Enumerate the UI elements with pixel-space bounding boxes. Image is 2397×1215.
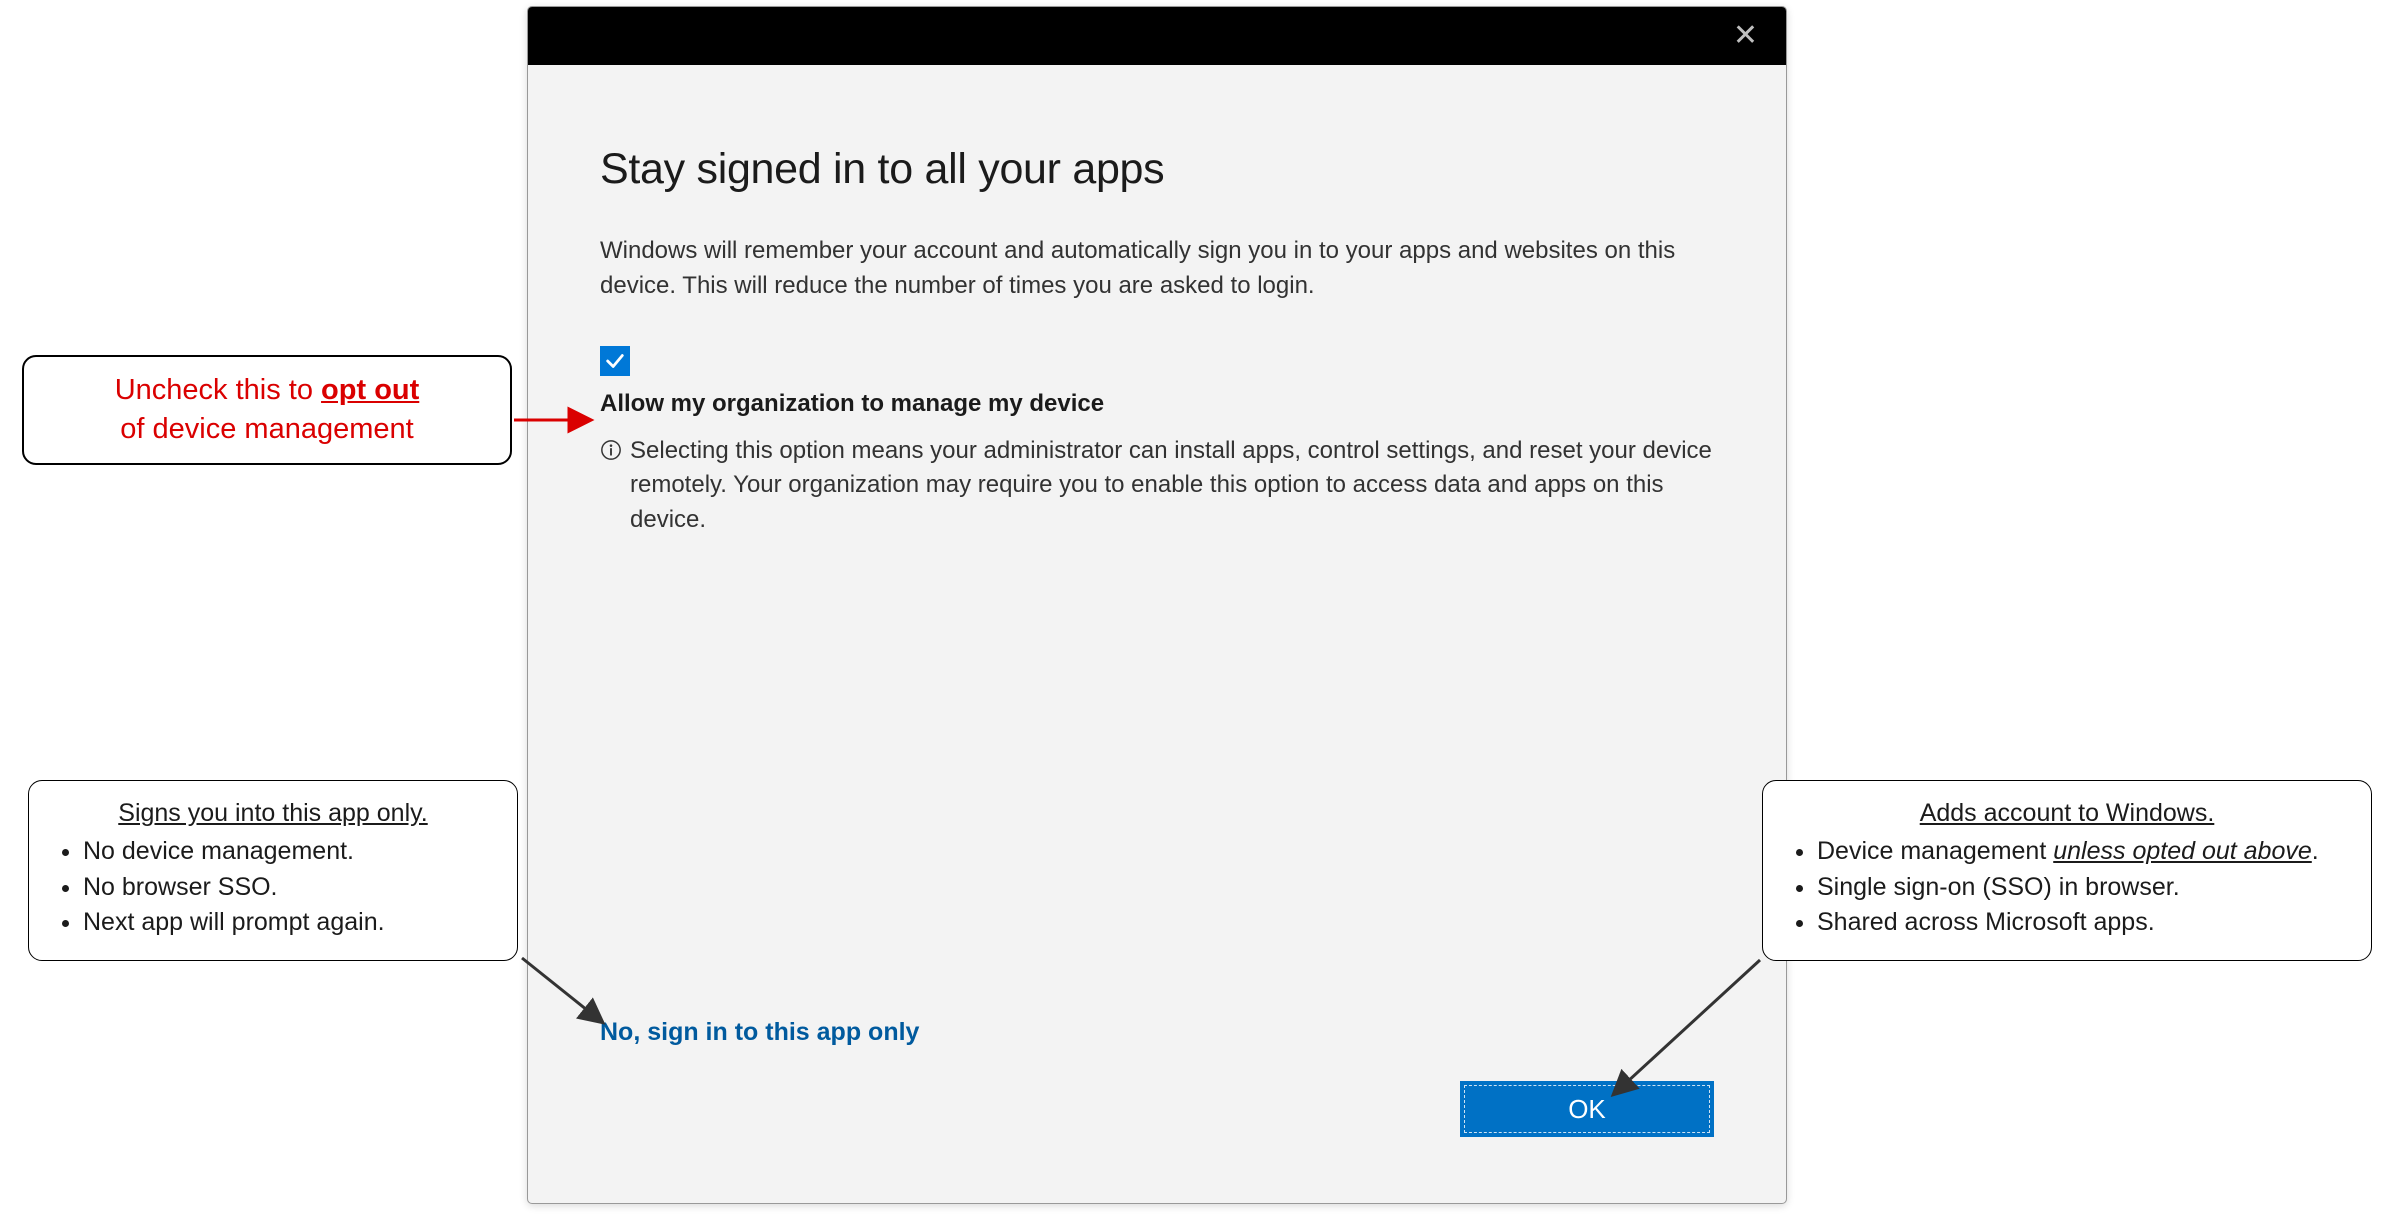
- allow-manage-checkbox[interactable]: [600, 346, 630, 376]
- annotation-ok: Adds account to Windows. Device manageme…: [1762, 780, 2372, 961]
- dialog-body: Stay signed in to all your apps Windows …: [528, 65, 1786, 578]
- annotation-opt-out: Uncheck this to opt out of device manage…: [22, 355, 512, 465]
- annotation-app-only: Signs you into this app only. No device …: [28, 780, 518, 961]
- sign-in-app-only-link[interactable]: No, sign in to this app only: [600, 1018, 919, 1047]
- dialog-title: Stay signed in to all your apps: [600, 145, 1714, 194]
- info-icon: [600, 439, 622, 461]
- annotation-ok-bullet: Single sign-on (SSO) in browser.: [1817, 871, 2345, 905]
- annotation-ok-heading: Adds account to Windows.: [1789, 797, 2345, 831]
- annotation-ok-bullet: Device management unless opted out above…: [1817, 835, 2345, 869]
- annotation-app-only-bullet: No browser SSO.: [83, 871, 491, 905]
- check-icon: [604, 350, 626, 372]
- annotation-app-only-list: No device management. No browser SSO. Ne…: [55, 835, 491, 940]
- close-icon[interactable]: ✕: [1727, 15, 1764, 57]
- info-text: Selecting this option means your adminis…: [630, 434, 1714, 538]
- annotation-app-only-heading: Signs you into this app only.: [55, 797, 491, 831]
- annotation-app-only-bullet: Next app will prompt again.: [83, 906, 491, 940]
- dialog-description: Windows will remember your account and a…: [600, 234, 1714, 304]
- titlebar: ✕: [528, 7, 1786, 65]
- annotation-opt-out-line2: of device management: [48, 410, 486, 449]
- info-row: Selecting this option means your adminis…: [600, 434, 1714, 538]
- annotation-app-only-bullet: No device management.: [83, 835, 491, 869]
- allow-manage-checkbox-row: [600, 346, 1714, 376]
- annotation-ok-list: Device management unless opted out above…: [1789, 835, 2345, 940]
- allow-manage-checkbox-label: Allow my organization to manage my devic…: [600, 390, 1714, 418]
- ok-button[interactable]: OK: [1460, 1081, 1714, 1137]
- stay-signed-in-dialog: ✕ Stay signed in to all your apps Window…: [527, 6, 1787, 1204]
- annotation-ok-bullet: Shared across Microsoft apps.: [1817, 906, 2345, 940]
- annotation-opt-out-line1: Uncheck this to opt out: [48, 371, 486, 410]
